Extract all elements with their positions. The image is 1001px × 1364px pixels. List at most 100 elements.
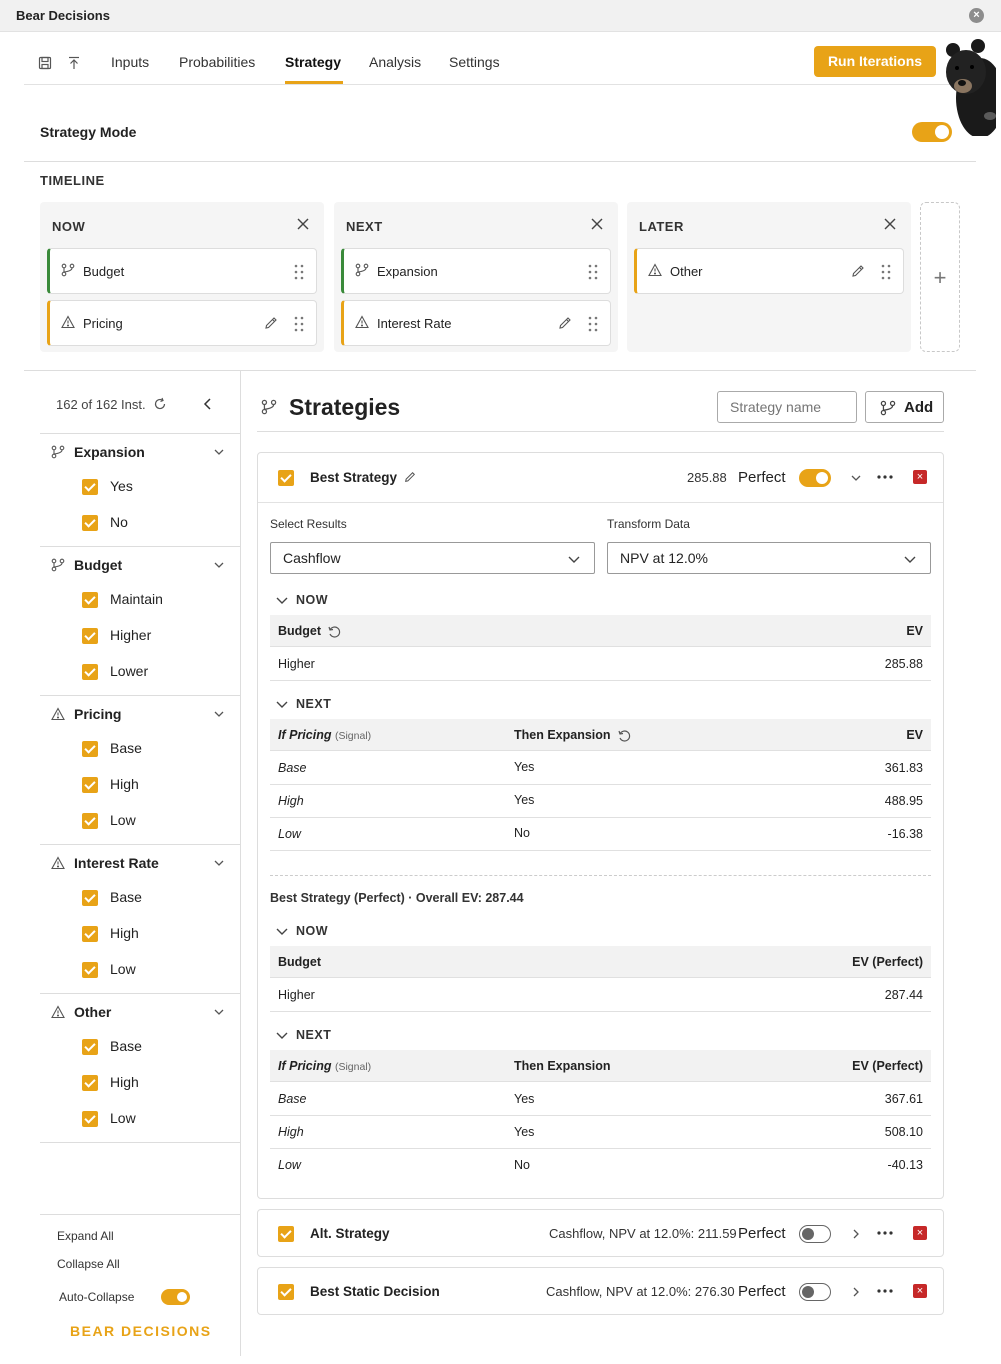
tab-analysis[interactable]: Analysis [369, 54, 421, 70]
edit-pencil-icon[interactable] [264, 316, 278, 330]
perfect-toggle[interactable] [799, 1225, 831, 1243]
select-results-dropdown[interactable]: Cashflow [270, 542, 595, 574]
checkbox-checked[interactable] [82, 777, 98, 794]
collapse-all-link[interactable]: Collapse All [57, 1257, 120, 1271]
edit-pencil-icon[interactable] [851, 264, 865, 278]
transform-data-label: Transform Data [607, 517, 690, 531]
transform-data-value: NPV at 12.0% [620, 550, 708, 566]
tab-probabilities[interactable]: Probabilities [179, 54, 255, 70]
filter-option[interactable]: Low [82, 1110, 136, 1128]
expand-all-link[interactable]: Expand All [57, 1229, 114, 1243]
filter-option[interactable]: High [82, 1074, 139, 1092]
checkbox-checked[interactable] [82, 1075, 98, 1092]
perfect-toggle[interactable] [799, 1283, 831, 1301]
strategy-name-input[interactable] [717, 391, 857, 423]
filter-option[interactable]: Maintain [82, 591, 163, 609]
refresh-icon[interactable] [153, 397, 167, 411]
close-icon[interactable] [590, 217, 604, 231]
chevron-down-icon[interactable] [213, 446, 225, 458]
strategy-mode-toggle[interactable] [912, 122, 952, 142]
table-cell: Yes [514, 1092, 535, 1106]
more-options-icon[interactable] [877, 1231, 893, 1235]
collapse-sidebar-chevron-left-icon[interactable] [200, 396, 216, 412]
tab-inputs[interactable]: Inputs [111, 54, 149, 70]
checkbox-checked[interactable] [82, 1111, 98, 1128]
checkbox-checked[interactable] [82, 479, 98, 496]
more-options-icon[interactable] [877, 1289, 893, 1293]
window-close-button[interactable]: × [969, 8, 984, 23]
run-iterations-button[interactable]: Run Iterations [814, 46, 936, 77]
strategy-enabled-checkbox[interactable] [278, 1284, 294, 1300]
drag-handle-icon[interactable] [588, 263, 598, 281]
save-icon[interactable] [38, 56, 52, 70]
drag-handle-icon[interactable] [588, 315, 598, 333]
chevron-down-icon[interactable] [213, 857, 225, 869]
filter-option[interactable]: Higher [82, 627, 151, 645]
timeline-item-interest-rate[interactable]: Interest Rate [341, 300, 611, 346]
chevron-down-icon[interactable] [850, 472, 862, 484]
add-strategy-button[interactable]: Add [865, 391, 944, 423]
filter-option[interactable]: Base [82, 1038, 142, 1056]
checkbox-checked[interactable] [82, 592, 98, 609]
checkbox-checked[interactable] [82, 962, 98, 979]
add-timeline-column-button[interactable]: + [920, 202, 960, 352]
delete-strategy-icon[interactable]: × [913, 1284, 927, 1298]
delete-strategy-icon[interactable]: × [913, 470, 927, 484]
chevron-down-icon[interactable] [213, 559, 225, 571]
strategy-card-best-static[interactable]: Best Static Decision Cashflow, NPV at 12… [257, 1267, 944, 1315]
sidebar-separator [40, 695, 240, 696]
timeline-column-later: LATER Other [627, 202, 911, 352]
filter-option[interactable]: Base [82, 889, 142, 907]
tab-settings[interactable]: Settings [449, 54, 500, 70]
edit-pencil-icon[interactable] [404, 471, 416, 483]
filter-option[interactable]: Yes [82, 478, 133, 496]
transform-data-dropdown[interactable]: NPV at 12.0% [607, 542, 931, 574]
auto-collapse-toggle[interactable] [161, 1289, 190, 1305]
reset-undo-icon[interactable] [327, 625, 341, 639]
chevron-right-icon[interactable] [850, 1286, 862, 1298]
edit-pencil-icon[interactable] [558, 316, 572, 330]
timeline-column-next: NEXT Expansion Interest Rate [334, 202, 618, 352]
checkbox-checked[interactable] [82, 890, 98, 907]
filter-option[interactable]: Low [82, 961, 136, 979]
chevron-right-icon[interactable] [850, 1228, 862, 1240]
chevron-down-icon[interactable] [213, 708, 225, 720]
strategy-enabled-checkbox[interactable] [278, 1226, 294, 1242]
filter-group-label: Pricing [74, 706, 122, 722]
column-header-label: If Pricing [278, 728, 332, 742]
tab-strategy[interactable]: Strategy [285, 54, 341, 70]
filter-option[interactable]: High [82, 925, 139, 943]
timeline-item-pricing[interactable]: Pricing [47, 300, 317, 346]
strategy-enabled-checkbox[interactable] [278, 470, 294, 486]
checkbox-checked[interactable] [82, 741, 98, 758]
export-icon[interactable] [67, 56, 81, 70]
chevron-down-icon[interactable] [213, 1006, 225, 1018]
more-options-icon[interactable] [877, 475, 893, 479]
checkbox-checked[interactable] [82, 1039, 98, 1056]
close-icon[interactable] [296, 217, 310, 231]
drag-handle-icon[interactable] [881, 263, 891, 281]
checkbox-checked[interactable] [82, 813, 98, 830]
timeline-item-expansion[interactable]: Expansion [341, 248, 611, 294]
strategy-card-alt[interactable]: Alt. Strategy Cashflow, NPV at 12.0%: 21… [257, 1209, 944, 1257]
timeline-item-other[interactable]: Other [634, 248, 904, 294]
checkbox-checked[interactable] [82, 926, 98, 943]
filter-option[interactable]: Base [82, 740, 142, 758]
filter-option[interactable]: High [82, 776, 139, 794]
timeline-item-label: Pricing [83, 316, 123, 331]
timeline-item-label: Budget [83, 264, 125, 279]
timeline-item-budget[interactable]: Budget [47, 248, 317, 294]
checkbox-checked[interactable] [82, 515, 98, 532]
reset-undo-icon[interactable] [617, 729, 631, 743]
checkbox-checked[interactable] [82, 664, 98, 681]
close-icon[interactable] [883, 217, 897, 231]
strategy-summary: Cashflow, NPV at 12.0%: 211.59 [549, 1226, 737, 1241]
filter-option[interactable]: No [82, 514, 128, 532]
perfect-toggle[interactable] [799, 469, 831, 487]
filter-option[interactable]: Lower [82, 663, 148, 681]
drag-handle-icon[interactable] [294, 315, 304, 333]
drag-handle-icon[interactable] [294, 263, 304, 281]
checkbox-checked[interactable] [82, 628, 98, 645]
filter-option[interactable]: Low [82, 812, 136, 830]
delete-strategy-icon[interactable]: × [913, 1226, 927, 1240]
